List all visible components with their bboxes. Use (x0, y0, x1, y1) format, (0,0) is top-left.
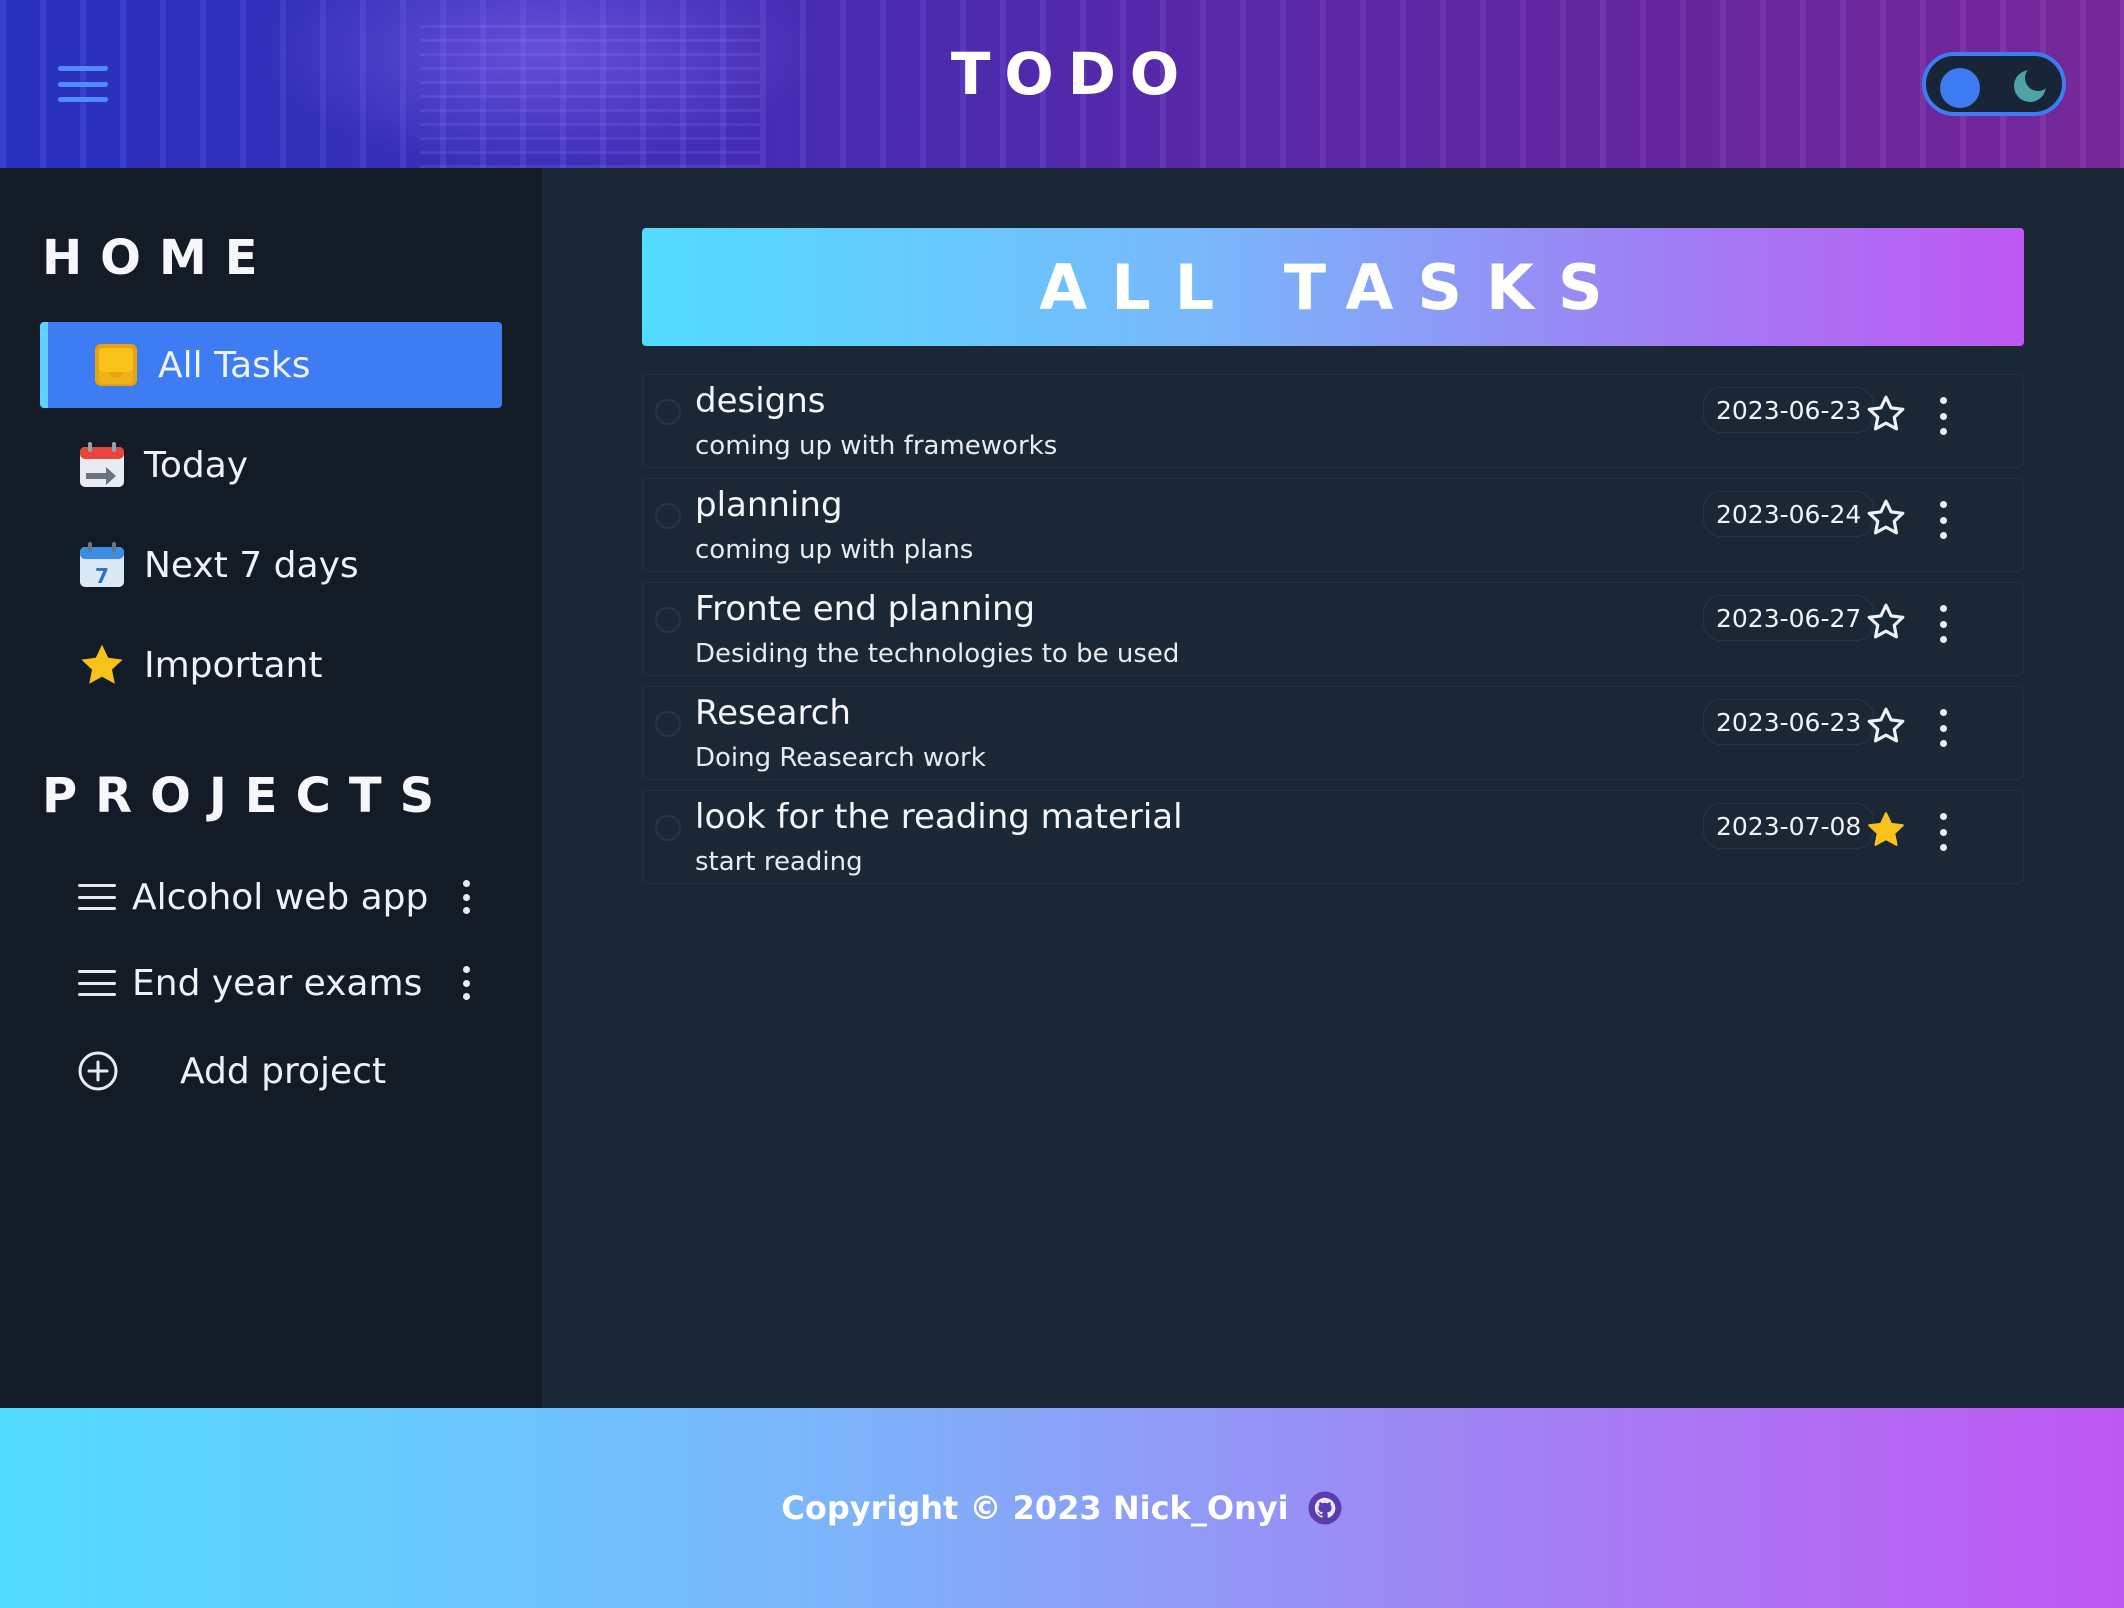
project-label: Alcohol web app (132, 876, 429, 918)
plus-circle-icon (78, 1051, 118, 1091)
sidebar-item-label: All Tasks (158, 344, 311, 386)
page-title: ALL TASKS (642, 228, 2024, 346)
moon-icon (2014, 66, 2050, 102)
task-row[interactable]: look for the reading material start read… (642, 790, 2024, 884)
more-options-icon[interactable] (1933, 395, 1953, 437)
star-filled-icon[interactable] (1865, 809, 1907, 851)
task-row[interactable]: Research Doing Reasearch work 2023-06-23 (642, 686, 2024, 780)
project-item-end-year-exams[interactable]: End year exams (78, 948, 478, 1018)
task-title: planning (695, 485, 843, 525)
project-item-alcohol-web-app[interactable]: Alcohol web app (78, 862, 478, 932)
task-title: look for the reading material (695, 797, 1183, 837)
task-checkbox[interactable] (655, 503, 681, 529)
sidebar-item-all-tasks[interactable]: All Tasks (40, 322, 502, 408)
more-options-icon[interactable] (454, 962, 478, 1004)
task-description: start reading (695, 847, 863, 877)
task-date: 2023-06-23 (1703, 387, 1875, 433)
list-icon (78, 970, 116, 996)
copyright-text: Copyright © 2023 Nick_Onyi (781, 1489, 1289, 1527)
task-description: Doing Reasearch work (695, 743, 986, 773)
star-outline-icon[interactable] (1865, 601, 1907, 643)
task-list: designs coming up with frameworks 2023-0… (642, 374, 2024, 894)
star-outline-icon[interactable] (1865, 497, 1907, 539)
task-description: Desiding the technologies to be used (695, 639, 1180, 669)
svg-text:7: 7 (95, 564, 109, 588)
sidebar-item-today[interactable]: Today (40, 422, 502, 508)
calendar-7-icon: 7 (78, 541, 126, 589)
more-options-icon[interactable] (1933, 603, 1953, 645)
task-title: designs (695, 381, 826, 421)
more-options-icon[interactable] (1933, 707, 1953, 749)
toggle-knob (1940, 68, 1980, 108)
task-checkbox[interactable] (655, 399, 681, 425)
sidebar-item-next-7-days[interactable]: 7 Next 7 days (40, 522, 502, 608)
main-content: ALL TASKS designs coming up with framewo… (542, 168, 2124, 1408)
task-date: 2023-07-08 (1703, 803, 1875, 849)
sidebar-item-label: Today (144, 444, 249, 486)
star-outline-icon[interactable] (1865, 393, 1907, 435)
add-project-label: Add project (180, 1050, 387, 1092)
project-label: End year exams (132, 962, 423, 1004)
inbox-icon (92, 341, 140, 389)
app-title: TODO (950, 40, 1194, 108)
calendar-arrow-icon (78, 441, 126, 489)
app-header: TODO (0, 0, 2124, 168)
task-row[interactable]: Fronte end planning Desiding the technol… (642, 582, 2024, 676)
task-description: coming up with frameworks (695, 431, 1058, 461)
sidebar-item-label: Next 7 days (144, 544, 359, 586)
star-outline-icon[interactable] (1865, 705, 1907, 747)
task-row[interactable]: planning coming up with plans 2023-06-24 (642, 478, 2024, 572)
task-checkbox[interactable] (655, 607, 681, 633)
task-checkbox[interactable] (655, 711, 681, 737)
task-title: Research (695, 693, 851, 733)
sidebar-item-label: Important (144, 644, 323, 686)
task-description: coming up with plans (695, 535, 974, 565)
sidebar-item-important[interactable]: Important (40, 622, 502, 708)
task-title: Fronte end planning (695, 589, 1036, 629)
more-options-icon[interactable] (1933, 499, 1953, 541)
task-date: 2023-06-27 (1703, 595, 1875, 641)
app-footer: Copyright © 2023 Nick_Onyi (0, 1408, 2124, 1608)
task-date: 2023-06-23 (1703, 699, 1875, 745)
theme-toggle[interactable] (1922, 52, 2066, 116)
task-row[interactable]: designs coming up with frameworks 2023-0… (642, 374, 2024, 468)
more-options-icon[interactable] (454, 876, 478, 918)
star-icon (78, 641, 126, 689)
home-section-title: HOME (42, 230, 276, 286)
task-checkbox[interactable] (655, 815, 681, 841)
more-options-icon[interactable] (1933, 811, 1953, 853)
sidebar: HOME All Tasks Today 7 Next 7 days Impor… (0, 168, 542, 1408)
list-icon (78, 884, 116, 910)
projects-section-title: PROJECTS (42, 768, 453, 824)
github-icon[interactable] (1307, 1490, 1343, 1526)
task-date: 2023-06-24 (1703, 491, 1875, 537)
add-project-button[interactable]: Add project (78, 1036, 386, 1106)
